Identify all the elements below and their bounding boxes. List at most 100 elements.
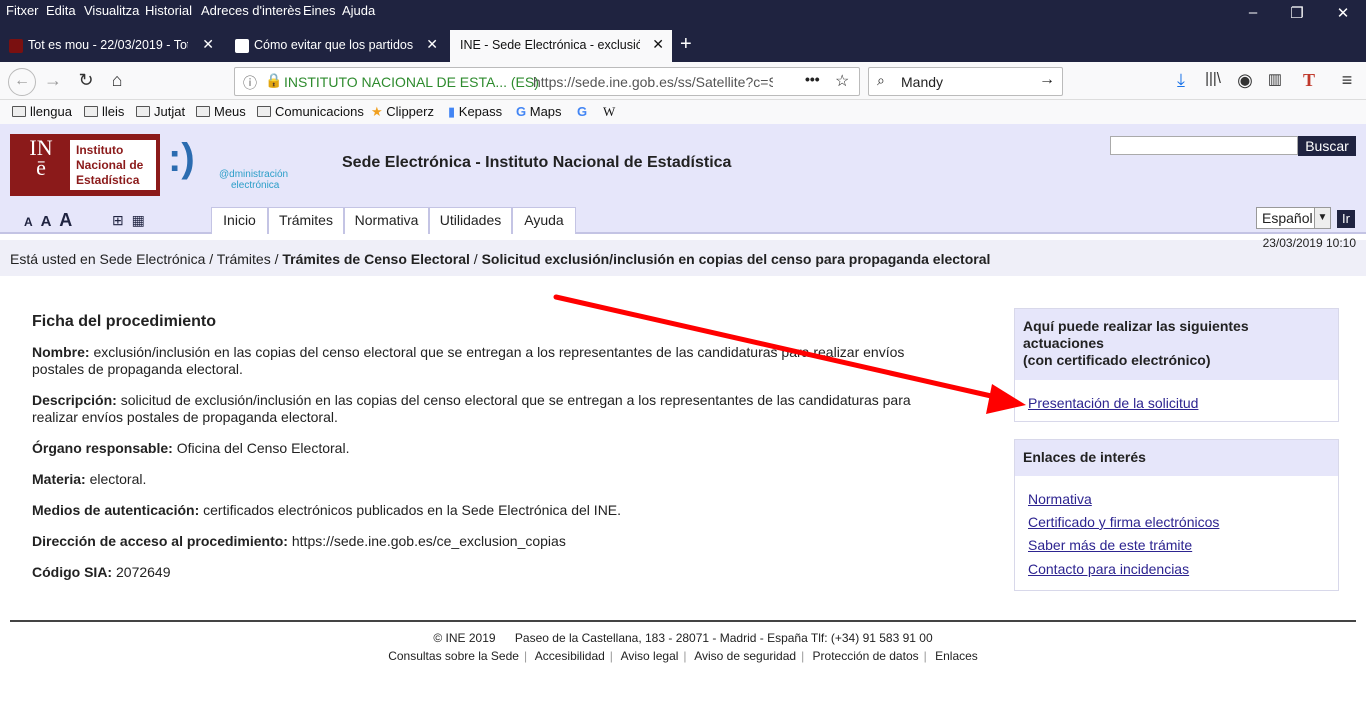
link-saber-mas[interactable]: Saber más de este trámite [1015, 537, 1338, 553]
links-box: Enlaces de interés Normativa Certificado… [1014, 439, 1339, 591]
tab-title: INE - Sede Electrónica - exclusión/ir [460, 38, 640, 52]
maximize-icon[interactable]: ❐ [1282, 4, 1312, 22]
footer-link-proteccion[interactable]: Protección de datos [813, 649, 919, 663]
home-icon[interactable]: ⌂ [104, 70, 130, 91]
minimize-icon[interactable]: – [1238, 4, 1268, 21]
search-icon: ⌕ [877, 72, 885, 88]
menu-adreces[interactable]: Adreces d'interès [201, 3, 301, 18]
folder-icon [257, 106, 271, 117]
folder-icon [84, 106, 98, 117]
breadcrumb-prefix: Está usted en [10, 251, 96, 267]
close-tab-icon[interactable]: ✕ [426, 36, 438, 53]
bookmark-kepass[interactable]: ▮ Kepass [448, 104, 502, 120]
site-identity[interactable]: INSTITUTO NACIONAL DE ESTA... (ES) [284, 74, 539, 90]
forward-icon[interactable]: → [40, 70, 66, 91]
google-bookmark-icon[interactable]: G [577, 104, 587, 119]
close-window-icon[interactable]: ✕ [1328, 4, 1358, 22]
folder-icon [12, 106, 26, 117]
font-size-controls: A A A [24, 210, 72, 231]
footer-divider [10, 620, 1356, 622]
actions-title: Aquí puede realizar las siguientes actua… [1015, 309, 1338, 380]
tab-favicon-icon [235, 39, 249, 53]
administracion-electronica-logo: @dministración electrónica [219, 169, 289, 191]
link-contacto[interactable]: Contacto para incidencias [1015, 561, 1338, 577]
bookmark-lleis[interactable]: lleis [84, 104, 124, 119]
bookmark-clipperz[interactable]: ★ Clipperz [371, 104, 434, 120]
close-tab-icon[interactable]: ✕ [202, 36, 214, 53]
copyright: © INE 2019 [433, 631, 496, 645]
go-language-button[interactable]: Ir [1337, 210, 1355, 228]
footer-link-consultas[interactable]: Consultas sobre la Sede [388, 649, 519, 663]
nav-tab-utilidades[interactable]: Utilidades [429, 207, 512, 234]
lock-icon: 🔒 [265, 72, 283, 88]
tab-tot-es-mou[interactable]: Tot es mou - 22/03/2019 - Tot e ✕ [0, 30, 222, 62]
hamburger-menu-icon[interactable]: ≡ [1334, 70, 1360, 91]
extension-icon[interactable]: ◉ [1232, 70, 1258, 91]
breadcrumb-tramites[interactable]: Trámites [217, 251, 271, 267]
calendar-icon[interactable]: ▦ [132, 212, 145, 228]
info-icon[interactable]: ⓘ [243, 73, 257, 93]
site-search-input[interactable] [1110, 136, 1298, 155]
reload-icon[interactable]: ↻ [73, 70, 99, 91]
bookmark-jutjat[interactable]: Jutjat [136, 104, 185, 119]
back-icon[interactable]: ← [8, 68, 36, 96]
url-text[interactable]: https://sede.ine.gob.es/ss/Satellite?c=S… [533, 74, 773, 90]
field-descripcion: Descripción: solicitud de exclusión/incl… [32, 392, 911, 425]
breadcrumb-current: Solicitud exclusión/inclusión en copias … [481, 251, 991, 267]
tab-ine-active[interactable]: INE - Sede Electrónica - exclusión/ir ✕ [450, 30, 672, 62]
nav-tab-tramites[interactable]: Trámites [268, 207, 344, 234]
bookmark-maps[interactable]: G Maps [516, 104, 562, 119]
field-codigo-sia: Código SIA: 2072649 [32, 564, 171, 580]
url-bar[interactable]: ⓘ 🔒 INSTITUTO NACIONAL DE ESTA... (ES) h… [234, 67, 860, 96]
t-extension-icon[interactable]: T [1296, 70, 1322, 91]
field-nombre: Nombre: exclusión/inclusión en las copia… [32, 344, 905, 377]
presentacion-solicitud-link[interactable]: Presentación de la solicitud [1015, 395, 1338, 411]
menu-visualitza[interactable]: Visualitza [84, 3, 139, 18]
footer-link-aviso-seguridad[interactable]: Aviso de seguridad [694, 649, 796, 663]
menu-eines[interactable]: Eines [303, 3, 336, 18]
breadcrumb-censo[interactable]: Trámites de Censo Electoral [282, 251, 470, 267]
library-icon[interactable]: |||\ [1200, 70, 1226, 87]
footer-links: Consultas sobre la Sede | Accesibilidad | … [388, 649, 978, 663]
sitemap-icon[interactable]: ⊞ [112, 212, 124, 228]
bookmark-star-icon[interactable]: ☆ [835, 71, 849, 91]
bookmark-comunicacions[interactable]: Comunicacions [257, 104, 364, 119]
ine-logo-text: Instituto Nacional de Estadística [70, 140, 156, 190]
field-organo: Órgano responsable: Oficina del Censo El… [32, 440, 350, 456]
link-certificado[interactable]: Certificado y firma electrónicos [1015, 514, 1338, 530]
new-tab-icon[interactable]: + [680, 33, 692, 56]
footer-link-enlaces[interactable]: Enlaces [935, 649, 978, 663]
font-medium-button[interactable]: A [41, 213, 52, 230]
search-bar[interactable]: ⌕ Mandy → [868, 67, 1063, 96]
search-go-icon[interactable]: → [1039, 71, 1055, 89]
address: Paseo de la Castellana, 183 - 28071 - Ma… [514, 631, 933, 645]
date-time: 23/03/2019 10:10 [1262, 236, 1356, 250]
nav-tab-inicio[interactable]: Inicio [211, 207, 268, 234]
bookmark-llengua[interactable]: llengua [12, 104, 72, 119]
page-actions-icon[interactable]: ••• [805, 71, 820, 87]
menu-fitxer[interactable]: Fitxer [6, 3, 39, 18]
menu-ajuda[interactable]: Ajuda [342, 3, 375, 18]
font-large-button[interactable]: A [59, 210, 72, 230]
breadcrumb-sede[interactable]: Sede Electrónica [100, 251, 206, 267]
footer-link-aviso-legal[interactable]: Aviso legal [621, 649, 679, 663]
sidebar-icon[interactable]: ▥ [1262, 70, 1288, 88]
search-input[interactable]: Mandy [901, 74, 943, 90]
ine-logo[interactable]: IN ē Instituto Nacional de Estadística [10, 134, 160, 196]
footer-link-accesibilidad[interactable]: Accesibilidad [535, 649, 605, 663]
close-tab-icon[interactable]: ✕ [652, 36, 664, 53]
menu-historial[interactable]: Historial [145, 3, 192, 18]
nav-tab-normativa[interactable]: Normativa [344, 207, 429, 234]
field-direccion: Dirección de acceso al procedimiento: ht… [32, 533, 566, 549]
tab-como-evitar[interactable]: Cómo evitar que los partidos p ✕ [226, 30, 446, 62]
link-normativa[interactable]: Normativa [1015, 491, 1338, 507]
nav-tab-ayuda[interactable]: Ayuda [512, 207, 576, 234]
search-button[interactable]: Buscar [1298, 136, 1356, 156]
bookmark-meus[interactable]: Meus [196, 104, 246, 119]
footer-info: © INE 2019 Paseo de la Castellana, 183 -… [0, 631, 1366, 645]
font-small-button[interactable]: A [24, 215, 33, 229]
menu-edita[interactable]: Edita [46, 3, 76, 18]
language-select[interactable]: Español ▼ [1256, 207, 1331, 229]
download-icon[interactable]: ⤓ [1168, 70, 1194, 91]
bookmark-wikipedia[interactable]: W [603, 104, 615, 120]
